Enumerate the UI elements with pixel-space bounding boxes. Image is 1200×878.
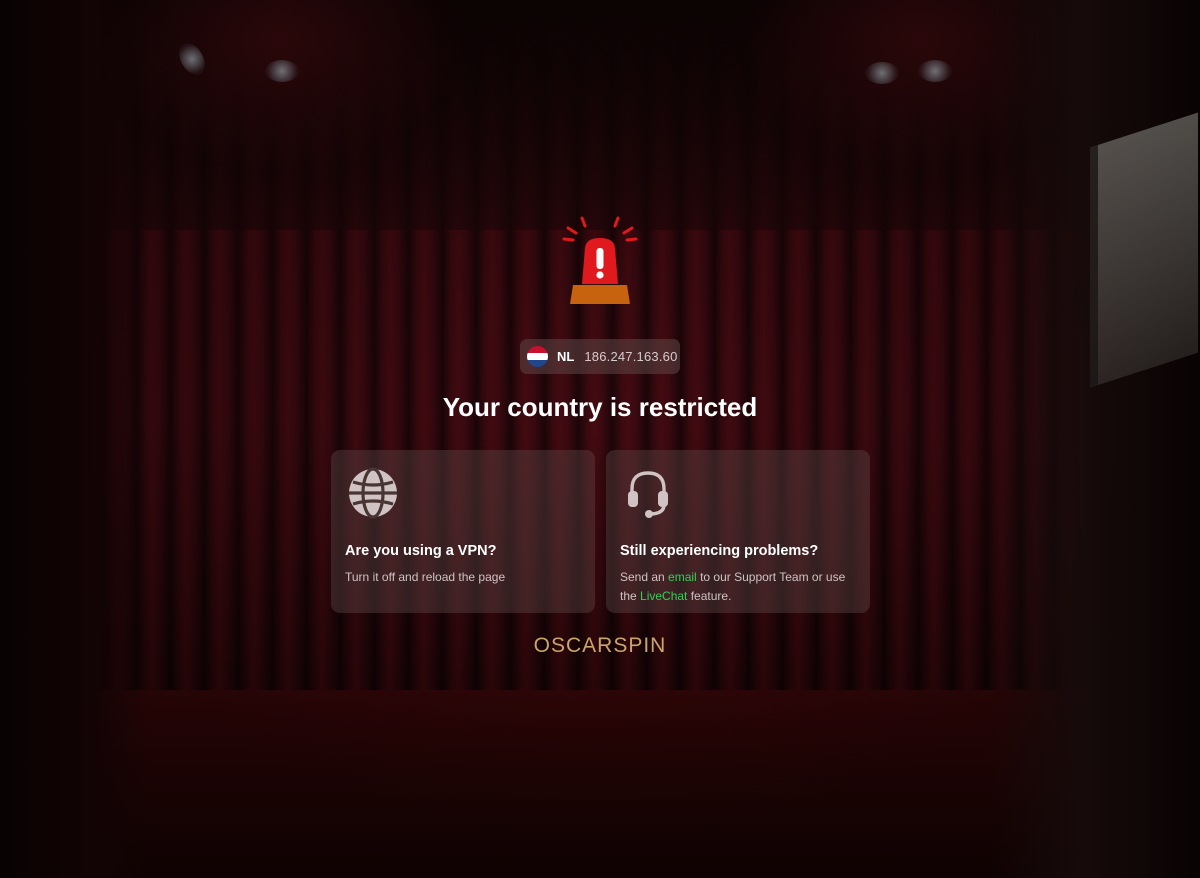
ip-address: 186.247.163.60 [584,349,678,364]
netherlands-flag-icon [527,346,548,367]
alarm-siren-icon [562,216,638,304]
vpn-card: Are you using a VPN? Turn it off and rel… [331,450,595,613]
globe-icon [349,467,397,519]
support-card-text: Send an email to our Support Team or use… [620,568,856,606]
vpn-card-title: Are you using a VPN? [345,543,497,559]
vpn-card-text: Turn it off and reload the page [345,570,506,584]
support-text-part: feature. [687,589,732,603]
oscarspin-logo: OSCARSPIN [533,634,667,657]
support-card-title: Still experiencing problems? [620,543,819,559]
page-title: Your country is restricted [442,392,758,422]
location-badge: NL 186.247.163.60 [520,339,680,374]
headset-icon [628,471,668,518]
livechat-link[interactable]: LiveChat [640,589,687,603]
email-link[interactable]: email [668,570,697,584]
support-card: Still experiencing problems? Send an ema… [606,450,870,613]
restriction-page: NL 186.247.163.60 Your country is restri… [0,0,1200,878]
support-text-part: Send an [620,570,669,584]
country-code: NL [557,349,575,364]
